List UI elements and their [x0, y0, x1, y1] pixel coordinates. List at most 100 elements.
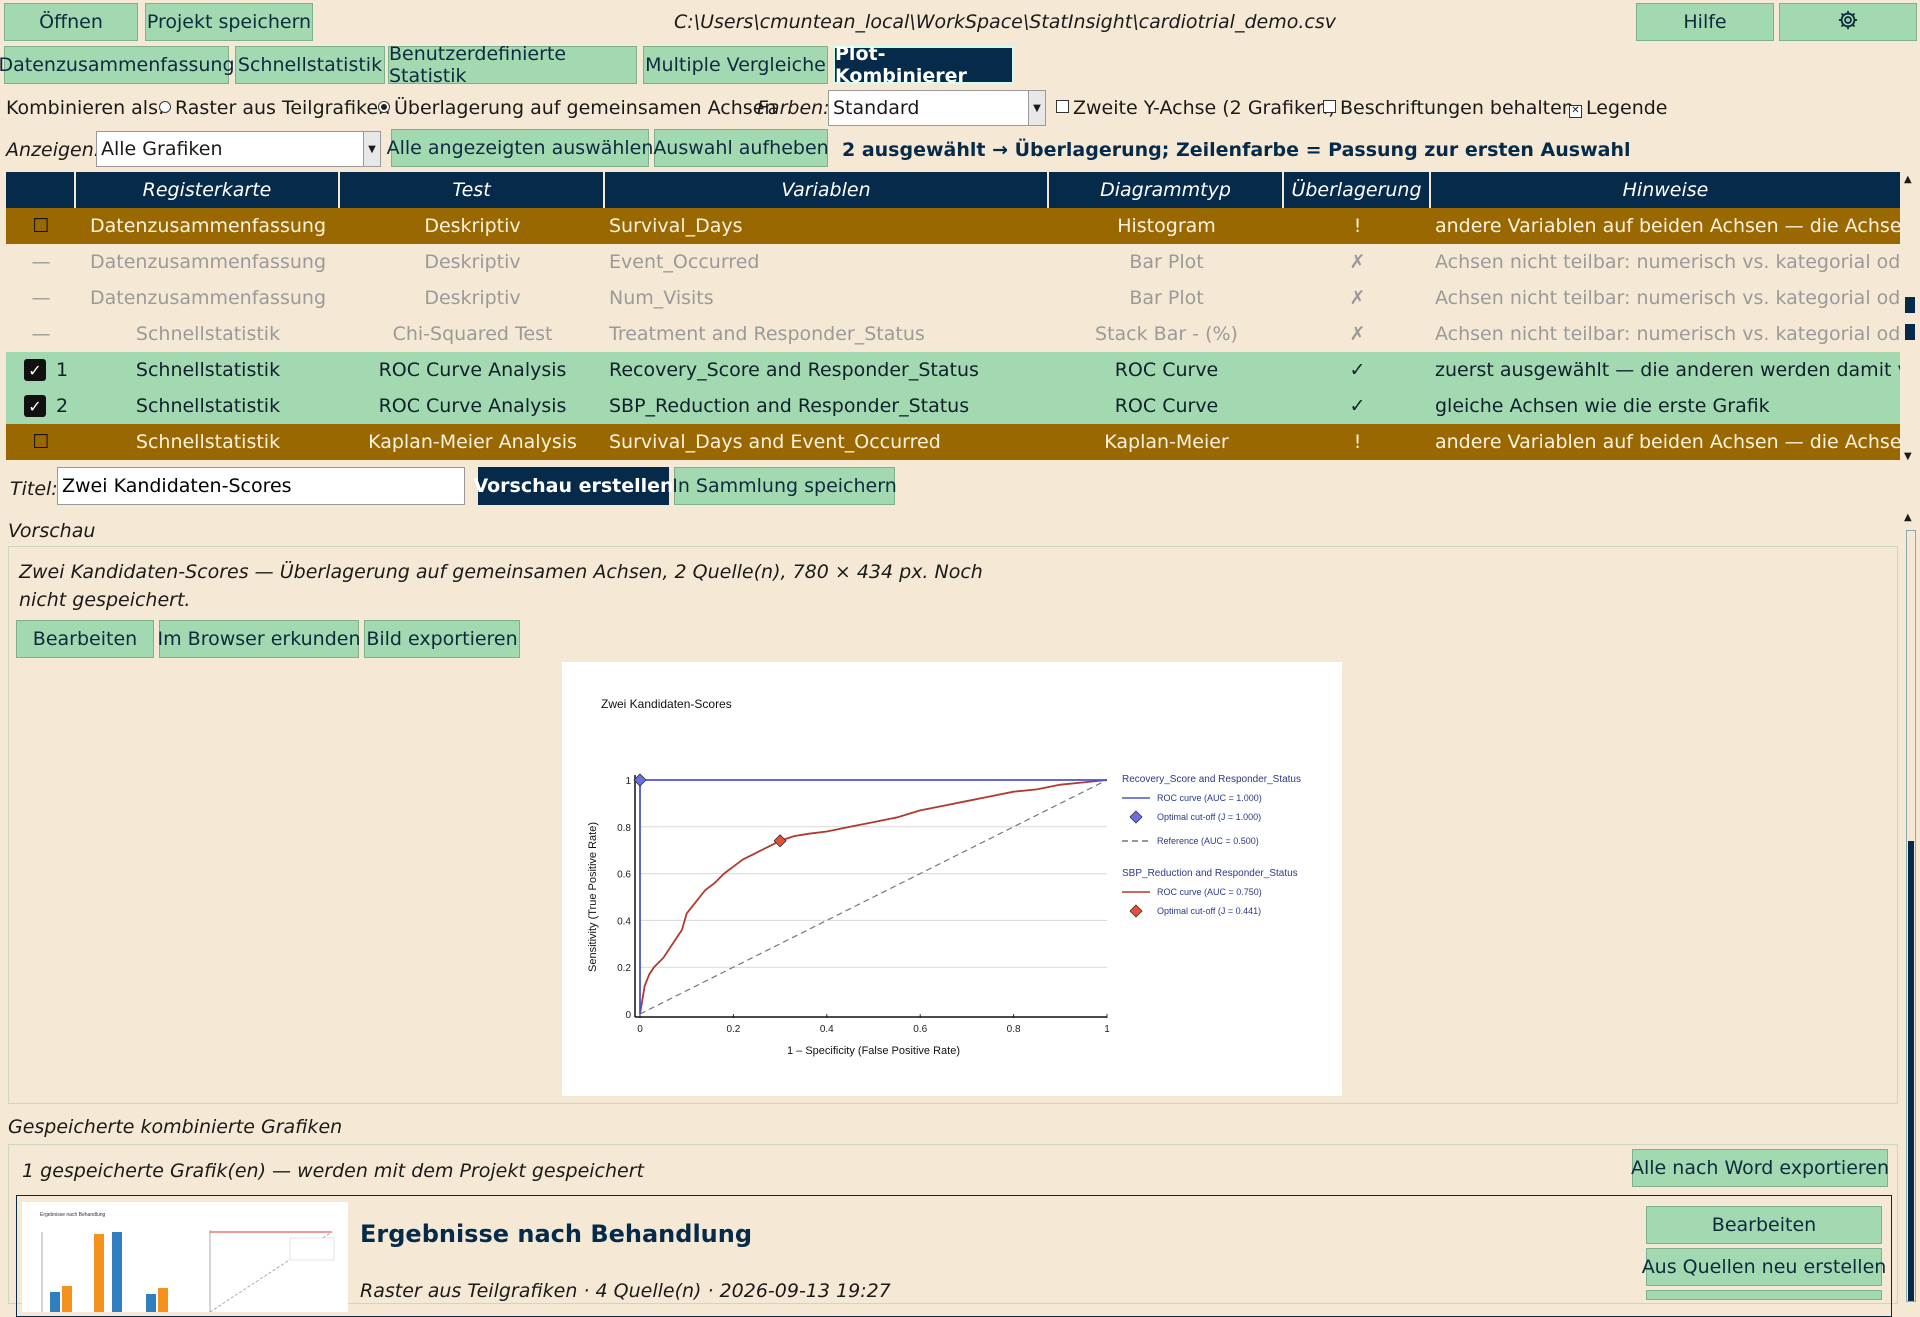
cell-vars: Num_Visits [609, 287, 714, 309]
legend-label: Legende [1586, 97, 1668, 119]
settings-button[interactable] [1779, 3, 1917, 41]
cell-type: Histogram [1117, 215, 1216, 237]
legend-group-title: Recovery_Score and Responder_Status [1122, 774, 1301, 785]
cell-vars: Treatment and Responder_Status [609, 323, 925, 345]
legend-marker [1129, 810, 1143, 824]
cell-sel[interactable]: — [6, 244, 76, 280]
grid-radio[interactable]: Raster aus Teilgrafiken [159, 97, 390, 119]
colors-select[interactable]: Standard ▼ [828, 90, 1046, 126]
overlay-radio-label: Überlagerung auf gemeinsamen Achsen [394, 97, 777, 119]
legend-label: Optimal cut-off (J = 1.000) [1157, 812, 1261, 822]
checkbox-checked-icon[interactable]: ✓ [24, 359, 46, 381]
page-scroll-track[interactable] [1906, 530, 1916, 1302]
cell-note: Achsen nicht teilbar: numerisch vs. kate… [1435, 287, 1900, 309]
cell-type: Stack Bar - (%) [1095, 323, 1238, 345]
select-all-shown-button[interactable]: Alle angezeigten auswählen [387, 129, 653, 167]
edit-button[interactable]: Bearbeiten [16, 620, 154, 658]
cell-overlay: ✓ [1349, 395, 1366, 417]
y-tick-label: 0.4 [617, 916, 631, 927]
scroll-up-icon[interactable]: ▲ [1904, 174, 1912, 185]
open-button[interactable]: Öffnen [4, 3, 138, 41]
saved-more-button[interactable] [1646, 1290, 1882, 1300]
tab-datenzusammenfassung[interactable]: Datenzusammenfassung [0, 46, 235, 84]
cell-tab: Schnellstatistik [135, 431, 281, 453]
checkbox-icon[interactable]: ☐ [32, 431, 49, 453]
cell-tab: Datenzusammenfassung [89, 215, 327, 237]
rebuild-from-sources-button[interactable]: Aus Quellen neu erstellen [1642, 1248, 1886, 1286]
save-project-button[interactable]: Projekt speichern [145, 3, 313, 41]
cell-type: Bar Plot [1129, 251, 1204, 273]
tab-plot-kombinierer[interactable]: Plot-Kombinierer [833, 43, 1014, 87]
table-row[interactable]: — Schnellstatistik Chi-Squared Test Treatme… [6, 316, 1900, 352]
col-header-chart-type: Diagrammtyp [1049, 172, 1284, 208]
clear-selection-button[interactable]: Auswahl aufheben [653, 129, 829, 167]
title-input[interactable] [57, 467, 465, 505]
chart-image[interactable]: Zwei Kandidaten-Scores 0 0.2 0.4 0.6 0.8 1 0 0.2… [562, 662, 1342, 1096]
cell-type: ROC Curve [1114, 395, 1219, 417]
checkbox-icon [1056, 100, 1069, 113]
cell-sel[interactable]: ☐ [6, 424, 76, 460]
combine-as-label: Kombinieren als: [6, 97, 165, 119]
title-label: Titel: [10, 478, 58, 500]
second-y-axis-checkbox[interactable]: Zweite Y-Achse (2 Grafiken) [1056, 97, 1335, 119]
cell-sel[interactable]: ☐ [6, 208, 76, 244]
scrollbar-thumb[interactable] [1905, 324, 1915, 340]
checkbox-icon[interactable]: ☐ [32, 215, 49, 237]
selection-status: 2 ausgewählt → Überlagerung; Zeilenfarbe… [842, 139, 1631, 161]
table-row[interactable]: ☐ Schnellstatistik Kaplan-Meier Analysis Su… [6, 424, 1900, 460]
table-row[interactable]: ☐ Datenzusammenfassung Deskriptiv Survival_… [6, 208, 1900, 244]
table-scrollbar[interactable]: ▲ ▼ [1900, 172, 1920, 464]
cell-tab: Schnellstatistik [135, 395, 281, 417]
table-row[interactable]: ✓ 2 Schnellstatistik ROC Curve Analysis SBP_… [6, 388, 1900, 424]
tab-multiple-vergleiche[interactable]: Multiple Vergleiche [643, 46, 828, 84]
svg-text:Ergebnisse nach Behandlung: Ergebnisse nach Behandlung [40, 1212, 106, 1218]
tab-benutzerdefinierte-statistik[interactable]: Benutzerdefinierte Statistik [388, 43, 637, 87]
preview-heading: Vorschau [8, 520, 96, 542]
cell-overlay: ✓ [1349, 359, 1366, 381]
legend-marker [1129, 904, 1143, 918]
export-image-button[interactable]: Bild exportieren [364, 620, 520, 658]
tab-schnellstatistik[interactable]: Schnellstatistik [235, 46, 385, 84]
keep-labels-checkbox[interactable]: Beschriftungen behalten [1323, 97, 1574, 119]
saved-item-thumbnail[interactable]: Ergebnisse nach Behandlung [22, 1202, 348, 1312]
cell-sel[interactable]: — [6, 280, 76, 316]
checkbox-checked-icon[interactable]: ✓ [24, 395, 46, 417]
overlay-radio[interactable]: Überlagerung auf gemeinsamen Achsen [378, 97, 776, 119]
create-preview-button[interactable]: Vorschau erstellen [473, 467, 674, 505]
y-tick-label: 0 [625, 1010, 631, 1021]
y-tick-label: 1 [625, 776, 631, 787]
selection-order: 2 [56, 395, 69, 417]
saved-count: 1 gespeicherte Grafik(en) — werden mit d… [22, 1160, 644, 1182]
legend-label: Optimal cut-off (J = 0.441) [1157, 906, 1261, 916]
file-path: C:\Users\cmuntean_local\WorkSpace\StatIn… [674, 11, 1336, 33]
checkbox-checked-icon: ✕ [1569, 105, 1582, 118]
table-row[interactable]: — Datenzusammenfassung Deskriptiv Event_Occ… [6, 244, 1900, 280]
legend-checkbox[interactable]: ✕ Legende [1569, 97, 1667, 119]
thumbnail-charts: Ergebnisse nach Behandlung [40, 1212, 335, 1312]
scroll-down-icon[interactable]: ▼ [1904, 451, 1912, 462]
col-header-overlay: Überlagerung [1284, 172, 1431, 208]
explore-in-browser-button[interactable]: Im Browser erkunden [158, 620, 361, 658]
colors-select-value: Standard [833, 97, 920, 119]
cell-note: zuerst ausgewählt — die anderen werden d… [1435, 359, 1900, 381]
page-scroll-thumb[interactable] [1908, 841, 1914, 1301]
radio-selected-icon [378, 101, 390, 113]
page-scrollbar[interactable]: ▲ [1900, 510, 1920, 1302]
export-all-word-button[interactable]: Alle nach Word exportieren [1631, 1149, 1889, 1187]
table-row[interactable]: ✓ 1 Schnellstatistik ROC Curve Analysis Reco… [6, 352, 1900, 388]
saved-edit-button[interactable]: Bearbeiten [1646, 1206, 1882, 1244]
save-to-collection-button[interactable]: In Sammlung speichern [672, 467, 897, 505]
preview-info-line2: nicht gespeichert. [19, 589, 191, 611]
cell-test: Chi-Squared Test [392, 323, 553, 345]
cell-tab: Datenzusammenfassung [89, 287, 327, 309]
cell-overlay: ! [1353, 215, 1362, 237]
show-select[interactable]: Alle Grafiken ▼ [96, 131, 381, 167]
help-button[interactable]: Hilfe [1636, 3, 1774, 41]
scroll-up-icon[interactable]: ▲ [1904, 512, 1912, 523]
radio-icon [159, 101, 171, 113]
scrollbar-thumb[interactable] [1905, 297, 1915, 313]
cell-sel[interactable]: — [6, 316, 76, 352]
cell-overlay: ✗ [1349, 251, 1366, 273]
chart-title: Zwei Kandidaten-Scores [601, 697, 732, 711]
table-row[interactable]: — Datenzusammenfassung Deskriptiv Num_Visit… [6, 280, 1900, 316]
